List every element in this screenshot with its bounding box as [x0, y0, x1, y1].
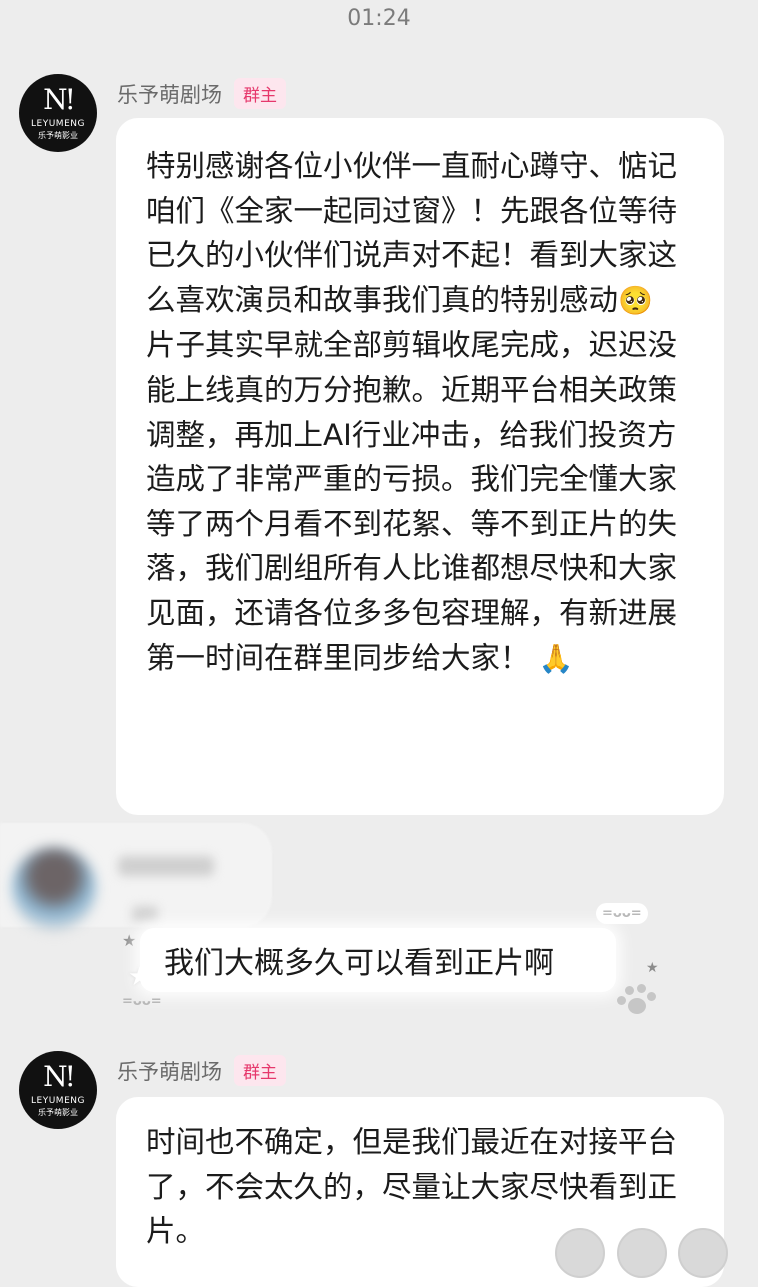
- user-message-bubble[interactable]: 我们大概多久可以看到正片啊: [140, 928, 616, 992]
- avatar-logo-glyph: N!: [43, 1059, 76, 1093]
- message-text-part2: 片子其实早就全部剪辑收尾完成，迟迟没能上线真的万分抱歉。近期平台相关政策调整，再…: [146, 328, 678, 675]
- blurred-user-name: [118, 856, 214, 876]
- star-icon: ★: [646, 960, 659, 976]
- message-text: 时间也不确定，但是我们最近在对接平台了，不会太久的，尽量让大家尽快看到正片。: [146, 1125, 678, 1249]
- avatar-logo-en: LEYUMENG: [31, 1095, 85, 1106]
- owner-badge: 群主: [234, 78, 286, 109]
- status-time: 01:24: [347, 6, 411, 31]
- avatar-logo-en: LEYUMENG: [31, 118, 85, 129]
- avatar-logo-cn: 乐予萌影业: [38, 130, 78, 140]
- sender-name[interactable]: 乐予萌剧场: [117, 79, 222, 109]
- paw-print-icon: [617, 982, 661, 1018]
- kaomoji-sticker-top: =ᴗᴗ=: [596, 903, 648, 924]
- group-avatar[interactable]: N! LEYUMENG 乐予萌影业: [19, 1051, 97, 1129]
- owner-badge: 群主: [234, 1055, 286, 1086]
- message-bubble[interactable]: 特别感谢各位小伙伴一直耐心蹲守、惦记咱们《全家一起同过窗》！先跟各位等待已久的小…: [116, 118, 724, 815]
- blurred-user-text: [132, 906, 158, 922]
- sender-name[interactable]: 乐予萌剧场: [117, 1056, 222, 1086]
- message-text: 特别感谢各位小伙伴一直耐心蹲守、惦记咱们《全家一起同过窗》！先跟各位等待已久的小…: [146, 144, 698, 681]
- overlay-icon: [555, 1228, 605, 1278]
- overlay-icon: [678, 1228, 728, 1278]
- message-text-part1: 特别感谢各位小伙伴一直耐心蹲守、惦记咱们《全家一起同过窗》！先跟各位等待已久的小…: [146, 149, 678, 317]
- sender-row: 乐予萌剧场 群主: [117, 1055, 286, 1086]
- avatar-logo-glyph: N!: [43, 82, 76, 116]
- group-avatar[interactable]: N! LEYUMENG 乐予萌影业: [19, 74, 97, 152]
- sender-row: 乐予萌剧场 群主: [117, 78, 286, 109]
- kaomoji-sticker-bottom: =ᴗᴗ=: [122, 994, 162, 1009]
- star-icon: ★: [122, 931, 137, 950]
- user-message-text: 我们大概多久可以看到正片啊: [164, 946, 554, 981]
- overlay-icon: [617, 1228, 667, 1278]
- pleading-face-emoji-icon: 🥺: [618, 283, 653, 317]
- folded-hands-emoji-icon: 🙏: [538, 641, 574, 675]
- blurred-user-avatar: [12, 847, 96, 931]
- avatar-logo-cn: 乐予萌影业: [38, 1107, 78, 1117]
